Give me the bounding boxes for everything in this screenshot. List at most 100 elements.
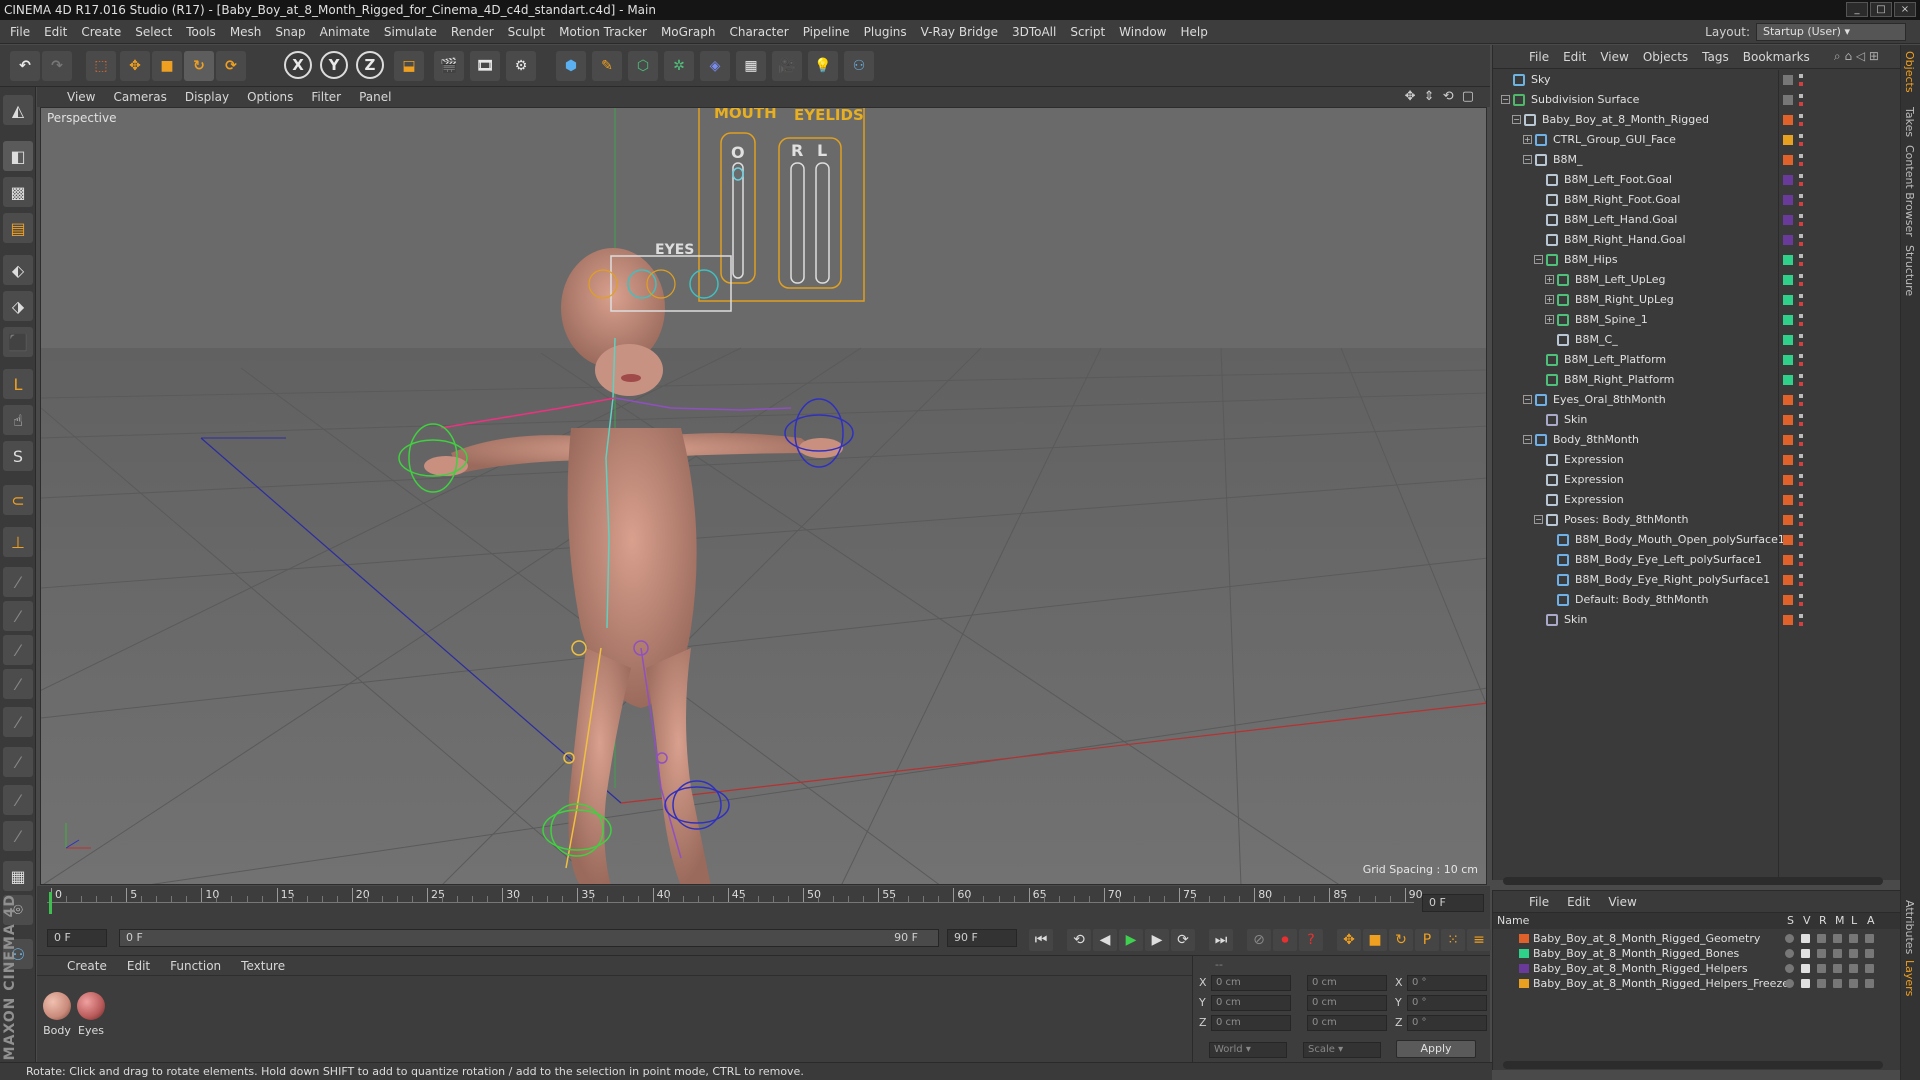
tweak-mode-icon[interactable]: ☝ — [3, 405, 33, 435]
layer-solo-toggle-icon[interactable] — [1785, 964, 1794, 973]
layer-col-lock[interactable]: L — [1851, 914, 1857, 927]
layer-col-solo[interactable]: S — [1787, 914, 1794, 927]
go-to-start-icon[interactable]: ⏮ — [1029, 929, 1053, 951]
object-row[interactable]: Skin — [1493, 410, 1901, 430]
floor-icon[interactable]: ▦ — [736, 51, 766, 81]
go-to-end-icon[interactable]: ⏭ — [1209, 929, 1233, 951]
side-tab-takes[interactable]: Takes — [1903, 107, 1916, 137]
visibility-toggle-icon[interactable] — [1799, 94, 1803, 106]
axis-mode-icon[interactable]: L — [3, 369, 33, 399]
object-row[interactable]: + B8M_Right_UpLeg — [1493, 290, 1901, 310]
layer-color-swatch[interactable] — [1783, 495, 1793, 505]
texture-mode-icon[interactable]: ▩ — [3, 177, 33, 207]
sculpt-brush-icon-6[interactable]: ⁄ — [3, 747, 33, 777]
visibility-toggle-icon[interactable] — [1799, 74, 1803, 86]
apply-button[interactable]: Apply — [1396, 1040, 1476, 1058]
layer-col-animation[interactable]: A — [1867, 914, 1875, 927]
scale-icon[interactable]: ■ — [152, 51, 182, 81]
live-selection-icon[interactable]: ⬚ — [86, 51, 116, 81]
render-settings-icon[interactable]: ⚙ — [506, 51, 536, 81]
side-tab-content-browser[interactable]: Content Browser — [1903, 145, 1916, 237]
edges-mode-icon[interactable]: ⬗ — [3, 291, 33, 321]
visibility-toggle-icon[interactable] — [1799, 394, 1803, 406]
layer-render-toggle-icon[interactable] — [1817, 949, 1826, 958]
layer-menu-view[interactable]: View — [1608, 895, 1636, 909]
layer-row[interactable]: Baby_Boy_at_8_Month_Rigged_Helpers — [1493, 961, 1901, 976]
layer-animation-toggle-icon[interactable] — [1865, 934, 1874, 943]
frame-range-slider[interactable]: 0 F 90 F — [119, 929, 939, 947]
tree-expander-icon[interactable]: + — [1545, 295, 1554, 304]
object-menu-view[interactable]: View — [1600, 50, 1628, 64]
object-row[interactable]: − Subdivision Surface — [1493, 90, 1901, 110]
viewport-menu-panel[interactable]: Panel — [359, 90, 391, 104]
sculpt-brush-icon-8[interactable]: ⁄ — [3, 821, 33, 851]
layer-color-swatch[interactable] — [1783, 535, 1793, 545]
material-menu-function[interactable]: Function — [170, 959, 221, 973]
visibility-toggle-icon[interactable] — [1799, 454, 1803, 466]
layer-row[interactable]: Baby_Boy_at_8_Month_Rigged_Helpers_Freez… — [1493, 976, 1901, 991]
cube-icon[interactable]: ⬢ — [556, 51, 586, 81]
layer-color-swatch[interactable] — [1783, 555, 1793, 565]
layer-manager-toggle-icon[interactable] — [1833, 934, 1842, 943]
layer-view-toggle-icon[interactable] — [1801, 979, 1810, 988]
material-eyes[interactable]: Eyes — [75, 992, 107, 1037]
object-row[interactable]: B8M_Left_Foot.Goal — [1493, 170, 1901, 190]
object-row[interactable]: − B8M_Hips — [1493, 250, 1901, 270]
coordinate-mode-dropdown[interactable]: World ▾ — [1209, 1042, 1287, 1058]
menu-help[interactable]: Help — [1180, 25, 1207, 39]
maximize-button[interactable]: □ — [1870, 2, 1892, 17]
rotate-icon[interactable]: ↻ — [184, 51, 214, 81]
layer-color-swatch[interactable] — [1783, 195, 1793, 205]
start-frame-field[interactable]: 0 F — [47, 929, 107, 947]
autokey-icon[interactable]: ⏺ — [1273, 929, 1297, 951]
object-row[interactable]: B8M_Left_Platform — [1493, 350, 1901, 370]
close-button[interactable]: × — [1894, 2, 1916, 17]
object-row[interactable]: B8M_Body_Eye_Right_polySurface1 — [1493, 570, 1901, 590]
visibility-toggle-icon[interactable] — [1799, 274, 1803, 286]
workplane-icon[interactable]: ▤ — [3, 213, 33, 243]
material-body[interactable]: Body — [41, 992, 73, 1037]
layer-render-toggle-icon[interactable] — [1817, 964, 1826, 973]
camera-icon[interactable]: 🎥 — [772, 51, 802, 81]
layer-animation-toggle-icon[interactable] — [1865, 979, 1874, 988]
minimize-button[interactable]: _ — [1846, 2, 1868, 17]
side-tab-objects[interactable]: Objects — [1903, 51, 1916, 93]
object-row[interactable]: − Body_8thMonth — [1493, 430, 1901, 450]
visibility-toggle-icon[interactable] — [1799, 534, 1803, 546]
layer-color-swatch[interactable] — [1519, 979, 1529, 988]
snap-icon[interactable]: S — [3, 441, 33, 471]
size-mode-dropdown[interactable]: Scale ▾ — [1303, 1042, 1381, 1058]
deformer-icon[interactable]: ◈ — [700, 51, 730, 81]
menu-tools[interactable]: Tools — [186, 25, 216, 39]
timeline-playhead[interactable] — [49, 892, 52, 914]
visibility-toggle-icon[interactable] — [1799, 514, 1803, 526]
record-parameter-icon[interactable]: P — [1415, 929, 1439, 951]
visibility-toggle-icon[interactable] — [1799, 614, 1803, 626]
record-keys-icon[interactable]: ⊘ — [1247, 929, 1271, 951]
tree-expander-icon[interactable]: + — [1545, 275, 1554, 284]
side-tab-structure[interactable]: Structure — [1903, 245, 1916, 296]
object-menu-bookmarks[interactable]: Bookmarks — [1743, 50, 1810, 64]
menu-pipeline[interactable]: Pipeline — [803, 25, 850, 39]
size-z-field[interactable]: 0 cm — [1307, 1015, 1387, 1031]
object-row[interactable]: Expression — [1493, 470, 1901, 490]
layer-color-swatch[interactable] — [1783, 295, 1793, 305]
menu-animate[interactable]: Animate — [320, 25, 370, 39]
layer-animation-toggle-icon[interactable] — [1865, 949, 1874, 958]
object-menu-file[interactable]: File — [1529, 50, 1549, 64]
menu-motion-tracker[interactable]: Motion Tracker — [559, 25, 647, 39]
visibility-toggle-icon[interactable] — [1799, 594, 1803, 606]
grid-icon[interactable]: ▦ — [3, 861, 33, 891]
layer-col-render[interactable]: R — [1819, 914, 1827, 927]
record-rotation-icon[interactable]: ↻ — [1389, 929, 1413, 951]
magnet-icon[interactable]: ⊂ — [3, 485, 33, 515]
object-row[interactable]: − Poses: Body_8thMonth — [1493, 510, 1901, 530]
record-position-icon[interactable]: ✥ — [1337, 929, 1361, 951]
visibility-toggle-icon[interactable] — [1799, 254, 1803, 266]
object-row[interactable]: B8M_Left_Hand.Goal — [1493, 210, 1901, 230]
visibility-toggle-icon[interactable] — [1799, 234, 1803, 246]
object-row[interactable]: B8M_Body_Eye_Left_polySurface1 — [1493, 550, 1901, 570]
layer-color-swatch[interactable] — [1783, 315, 1793, 325]
timeline-window-icon[interactable]: ≡ — [1467, 929, 1491, 951]
sculpt-brush-icon-2[interactable]: ⁄ — [3, 601, 33, 631]
